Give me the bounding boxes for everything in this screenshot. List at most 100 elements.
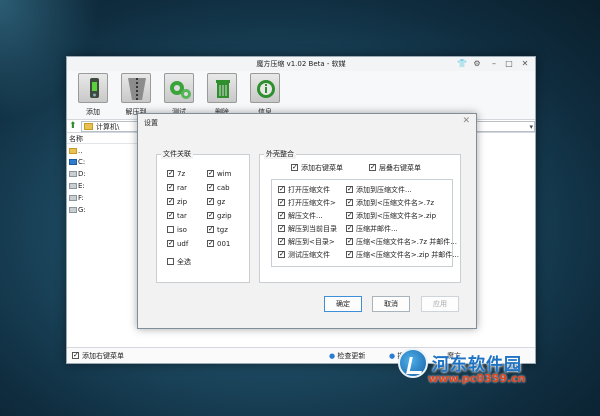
- cancel-button[interactable]: 取消: [372, 296, 410, 312]
- delete-button[interactable]: 删除: [202, 73, 242, 117]
- list-item[interactable]: G:: [69, 205, 86, 215]
- checkbox[interactable]: [346, 225, 353, 232]
- extract-button[interactable]: 解压到: [116, 73, 156, 117]
- assoc-zip[interactable]: zip: [167, 197, 187, 207]
- drive-icon: [69, 159, 77, 165]
- select-all[interactable]: 全选: [167, 257, 191, 267]
- path-text: 计算机\: [96, 123, 120, 131]
- watermark-url: www.pc0359.cn: [428, 372, 526, 385]
- maximize-button[interactable]: □: [503, 59, 515, 69]
- folder-icon: [84, 123, 93, 130]
- checkbox[interactable]: [291, 164, 298, 171]
- assoc-001[interactable]: 001: [207, 239, 230, 249]
- watermark-logo-icon: [398, 348, 428, 378]
- checkbox[interactable]: [278, 212, 285, 219]
- checkbox[interactable]: [167, 226, 174, 233]
- menu-items-box: 打开压缩文件 打开压缩文件> 解压文件... 解压到当前目录 解压到<目录> 测…: [271, 179, 459, 267]
- context-menu-toggle[interactable]: 添加右键菜单: [72, 351, 124, 361]
- menu-compress-7z-email[interactable]: 压缩<压缩文件名>.7z 并邮件...: [346, 237, 457, 247]
- assoc-wim[interactable]: wim: [207, 169, 232, 179]
- chevron-down-icon[interactable]: ▾: [529, 122, 533, 132]
- delete-icon: [207, 73, 237, 103]
- checkbox[interactable]: [278, 251, 285, 258]
- checkbox[interactable]: [369, 164, 376, 171]
- checkbox[interactable]: [278, 238, 285, 245]
- checkbox[interactable]: [346, 238, 353, 245]
- assoc-iso[interactable]: iso: [167, 225, 187, 235]
- checkbox[interactable]: [346, 212, 353, 219]
- menu-add-to-7z[interactable]: 添加到<压缩文件名>.7z: [346, 198, 434, 208]
- skin-icon[interactable]: 👕: [456, 59, 468, 69]
- menu-extract-to-folder[interactable]: 解压到<目录>: [278, 237, 335, 247]
- menu-compress-email[interactable]: 压缩并邮件...: [346, 224, 398, 234]
- menu-open-archive-sub[interactable]: 打开压缩文件>: [278, 198, 336, 208]
- checkbox[interactable]: [346, 199, 353, 206]
- list-item[interactable]: F:: [69, 193, 84, 203]
- checkbox[interactable]: [167, 198, 174, 205]
- ok-button[interactable]: 确定: [324, 296, 362, 312]
- menu-add-to-archive[interactable]: 添加到压缩文件...: [346, 185, 412, 195]
- list-item[interactable]: D:: [69, 169, 86, 179]
- assoc-udf[interactable]: udf: [167, 239, 188, 249]
- checkbox[interactable]: [207, 226, 214, 233]
- feedback-icon: ●: [389, 352, 396, 360]
- menu-extract-files[interactable]: 解压文件...: [278, 211, 323, 221]
- add-button[interactable]: 添加: [73, 73, 113, 117]
- add-label: 添加: [86, 108, 100, 116]
- checkbox[interactable]: [207, 198, 214, 205]
- drive-icon: [69, 195, 77, 201]
- checkbox[interactable]: [167, 170, 174, 177]
- cascade-context-menu[interactable]: 层叠右键菜单: [369, 163, 421, 173]
- file-list: 名称 .. C: D: E: F: G:: [67, 134, 139, 348]
- checkbox[interactable]: [278, 225, 285, 232]
- assoc-rar[interactable]: rar: [167, 183, 187, 193]
- checkbox[interactable]: [167, 212, 174, 219]
- apply-button[interactable]: 应用: [421, 296, 459, 312]
- checkbox[interactable]: [207, 240, 214, 247]
- window-title: 魔方压缩 v1.02 Beta - 软媒: [256, 60, 346, 68]
- assoc-cab[interactable]: cab: [207, 183, 230, 193]
- checkbox[interactable]: [346, 251, 353, 258]
- menu-extract-here[interactable]: 解压到当前目录: [278, 224, 337, 234]
- group-title: 外壳整合: [264, 150, 296, 159]
- checkbox[interactable]: [207, 212, 214, 219]
- menu-open-archive[interactable]: 打开压缩文件: [278, 185, 330, 195]
- assoc-tgz[interactable]: tgz: [207, 225, 228, 235]
- info-button[interactable]: 信息: [245, 73, 285, 117]
- check-update-link[interactable]: ● 检查更新: [329, 351, 365, 361]
- settings-gear-icon[interactable]: ⚙: [471, 59, 483, 69]
- checkbox[interactable]: [207, 170, 214, 177]
- checkbox[interactable]: [346, 186, 353, 193]
- list-item[interactable]: C:: [69, 157, 85, 167]
- close-button[interactable]: ✕: [519, 59, 531, 69]
- assoc-tar[interactable]: tar: [167, 211, 187, 221]
- settings-dialog: 设置 ✕ 文件关联 7z rar zip tar iso udf wim cab…: [137, 113, 477, 329]
- column-header-name[interactable]: 名称: [67, 134, 139, 144]
- add-context-menu[interactable]: 添加右键菜单: [291, 163, 343, 173]
- checkbox[interactable]: [167, 184, 174, 191]
- menu-add-to-zip[interactable]: 添加到<压缩文件名>.zip: [346, 211, 436, 221]
- checkbox[interactable]: [167, 240, 174, 247]
- up-arrow-icon[interactable]: ⬆: [69, 121, 77, 131]
- test-icon: [164, 73, 194, 103]
- checkbox[interactable]: [278, 186, 285, 193]
- assoc-gz[interactable]: gz: [207, 197, 225, 207]
- assoc-7z[interactable]: 7z: [167, 169, 185, 179]
- drive-icon: [69, 183, 77, 189]
- add-icon: [78, 73, 108, 103]
- close-icon[interactable]: ✕: [462, 116, 470, 126]
- checkbox[interactable]: [207, 184, 214, 191]
- menu-compress-zip-email[interactable]: 压缩<压缩文件名>.zip 并邮件...: [346, 250, 459, 260]
- assoc-gzip[interactable]: gzip: [207, 211, 232, 221]
- list-item[interactable]: ..: [69, 146, 82, 156]
- group-title: 文件关联: [161, 150, 193, 159]
- checkbox[interactable]: [278, 199, 285, 206]
- checkbox[interactable]: [72, 352, 79, 359]
- menu-test-archive[interactable]: 测试压缩文件: [278, 250, 330, 260]
- minimize-button[interactable]: –: [488, 59, 500, 69]
- toolbar: 添加 解压到 测试 删除 信息: [67, 71, 535, 119]
- list-item[interactable]: E:: [69, 181, 85, 191]
- test-button[interactable]: 测试: [159, 73, 199, 117]
- shell-integration-group: 外壳整合 添加右键菜单 层叠右键菜单 打开压缩文件 打开压缩文件> 解压文件..…: [259, 150, 461, 283]
- checkbox[interactable]: [167, 258, 174, 265]
